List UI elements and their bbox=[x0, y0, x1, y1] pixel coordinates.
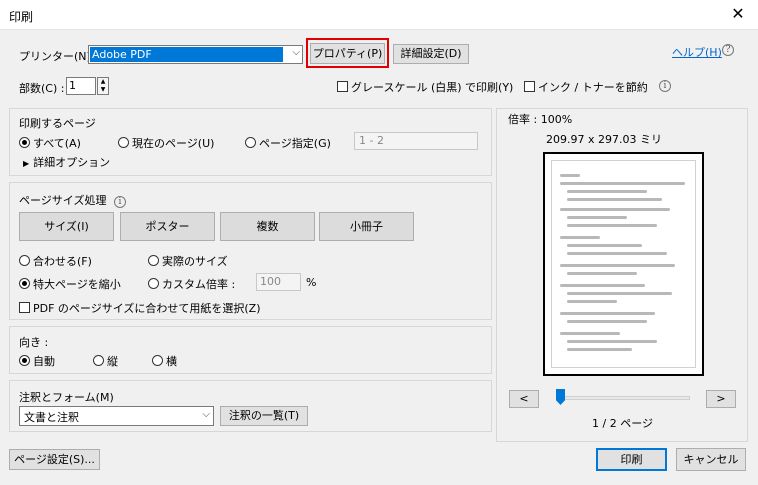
custom-scale-radio[interactable] bbox=[148, 278, 159, 289]
chevron-down-icon: ⌵ bbox=[202, 409, 210, 420]
pages-all-label: すべて(A) bbox=[33, 137, 81, 150]
tab-poster[interactable]: ポスター bbox=[120, 212, 215, 241]
comments-heading: 注釈とフォーム(M) bbox=[19, 391, 114, 404]
sizing-info-icon[interactable]: i bbox=[113, 196, 126, 208]
pages-current-radio[interactable] bbox=[118, 137, 129, 148]
tab-size[interactable]: サイズ(I) bbox=[19, 212, 114, 241]
more-options-label: 詳細オプション bbox=[33, 156, 111, 169]
fit-option[interactable]: 合わせる(F) bbox=[19, 253, 92, 269]
pages-current-label: 現在のページ(U) bbox=[132, 137, 215, 150]
help-icon[interactable]: ? bbox=[722, 44, 734, 56]
cancel-button[interactable]: キャンセル bbox=[676, 448, 746, 471]
prev-page-button[interactable]: < bbox=[509, 390, 539, 408]
orientation-panel bbox=[9, 326, 492, 374]
properties-button[interactable]: プロパティ(P) bbox=[310, 43, 385, 64]
orientation-heading: 向き : bbox=[19, 336, 49, 349]
preview-dimensions-label: 209.97 x 297.03 ミリ bbox=[546, 133, 662, 146]
custom-scale-label: カスタム倍率 : bbox=[162, 278, 236, 291]
orientation-landscape-label: 横 bbox=[166, 355, 177, 368]
choose-paper-label: PDF のページサイズに合わせて用紙を選択(Z) bbox=[33, 302, 261, 315]
tab-multiple[interactable]: 複数 bbox=[220, 212, 315, 241]
orientation-auto-label: 自動 bbox=[33, 355, 55, 368]
page-setup-button[interactable]: ページ設定(S)... bbox=[9, 449, 100, 470]
orientation-portrait-radio[interactable] bbox=[93, 355, 104, 366]
percent-sign: % bbox=[306, 276, 317, 289]
save-ink-label: インク / トナーを節約 bbox=[538, 81, 648, 94]
window-title: 印刷 bbox=[9, 10, 34, 24]
more-options-toggle[interactable]: ▶ 詳細オプション bbox=[23, 154, 110, 170]
shrink-option[interactable]: 特大ページを縮小 bbox=[19, 276, 121, 292]
orientation-portrait-option[interactable]: 縦 bbox=[93, 353, 118, 369]
pages-range-radio[interactable] bbox=[245, 137, 256, 148]
fit-radio[interactable] bbox=[19, 255, 30, 266]
preview-scale-label: 倍率 : 100% bbox=[508, 113, 573, 126]
advanced-button[interactable]: 詳細設定(D) bbox=[393, 44, 469, 64]
orientation-auto-option[interactable]: 自動 bbox=[19, 353, 55, 369]
pages-all-option[interactable]: すべて(A) bbox=[19, 135, 81, 151]
pages-heading: 印刷するページ bbox=[19, 117, 96, 130]
actual-size-option[interactable]: 実際のサイズ bbox=[148, 253, 228, 269]
page-range-input[interactable]: 1 - 2 bbox=[354, 132, 478, 150]
chevron-down-icon: ⌵ bbox=[292, 47, 300, 58]
choose-paper-checkbox[interactable] bbox=[19, 302, 30, 313]
help-link[interactable]: ヘルプ(H) bbox=[672, 44, 722, 60]
copies-input[interactable]: 1 bbox=[66, 77, 96, 95]
shrink-radio[interactable] bbox=[19, 278, 30, 289]
stepper-up-icon[interactable]: ▲ bbox=[98, 78, 108, 86]
printer-select[interactable]: Adobe PDF ⌵ bbox=[88, 45, 303, 64]
orientation-landscape-radio[interactable] bbox=[152, 355, 163, 366]
copies-label: 部数(C) : bbox=[19, 82, 65, 95]
orientation-landscape-option[interactable]: 横 bbox=[152, 353, 177, 369]
info-icon[interactable]: i bbox=[659, 80, 671, 92]
preview-page bbox=[543, 152, 704, 376]
printer-label: プリンター(N) : bbox=[19, 50, 99, 63]
page-slider-track[interactable] bbox=[560, 396, 690, 400]
fit-label: 合わせる(F) bbox=[33, 255, 92, 268]
orientation-auto-radio[interactable] bbox=[19, 355, 30, 366]
comments-select[interactable]: 文書と注釈 ⌵ bbox=[19, 406, 214, 426]
grayscale-option[interactable]: グレースケール (白黒) で印刷(Y) bbox=[337, 79, 513, 95]
pages-range-label: ページ指定(G) bbox=[259, 137, 331, 150]
sizing-heading-text: ページサイズ処理 bbox=[19, 194, 107, 207]
grayscale-checkbox[interactable] bbox=[337, 81, 348, 92]
custom-scale-option[interactable]: カスタム倍率 : bbox=[148, 276, 235, 292]
pages-range-option[interactable]: ページ指定(G) bbox=[245, 135, 331, 151]
summarize-comments-button[interactable]: 注釈の一覧(T) bbox=[220, 406, 308, 426]
triangle-right-icon: ▶ bbox=[23, 159, 30, 168]
actual-size-radio[interactable] bbox=[148, 255, 159, 266]
save-ink-option[interactable]: インク / トナーを節約 bbox=[524, 79, 648, 95]
custom-scale-input[interactable]: 100 bbox=[256, 273, 301, 291]
choose-paper-option[interactable]: PDF のページサイズに合わせて用紙を選択(Z) bbox=[19, 300, 261, 316]
save-ink-checkbox[interactable] bbox=[524, 81, 535, 92]
title-bar bbox=[0, 0, 758, 30]
printer-value: Adobe PDF bbox=[90, 47, 283, 62]
copies-stepper[interactable]: ▲ ▼ bbox=[97, 77, 109, 95]
sizing-heading: ページサイズ処理 i bbox=[19, 192, 126, 208]
pages-current-option[interactable]: 現在のページ(U) bbox=[118, 135, 214, 151]
shrink-label: 特大ページを縮小 bbox=[33, 278, 121, 291]
pages-all-radio[interactable] bbox=[19, 137, 30, 148]
orientation-portrait-label: 縦 bbox=[107, 355, 118, 368]
close-icon[interactable]: ✕ bbox=[728, 4, 748, 24]
stepper-down-icon[interactable]: ▼ bbox=[98, 86, 108, 94]
grayscale-label: グレースケール (白黒) で印刷(Y) bbox=[351, 81, 514, 94]
next-page-button[interactable]: > bbox=[706, 390, 736, 408]
print-button[interactable]: 印刷 bbox=[596, 448, 667, 471]
comments-value: 文書と注釈 bbox=[24, 411, 79, 424]
tab-booklet[interactable]: 小冊子 bbox=[319, 212, 414, 241]
actual-size-label: 実際のサイズ bbox=[162, 255, 228, 268]
page-counter: 1 / 2 ページ bbox=[592, 417, 653, 430]
